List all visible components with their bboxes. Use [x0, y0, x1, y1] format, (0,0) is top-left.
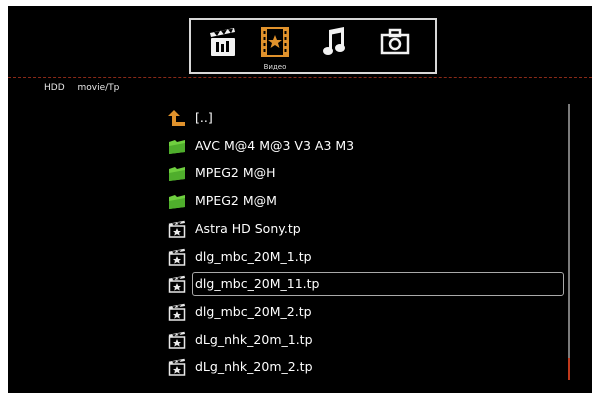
list-item-label: dLg_nhk_20m_2.tp: [195, 359, 313, 375]
list-item[interactable]: [..]: [164, 106, 566, 131]
list-item-label: dlg_mbc_20M_11.tp: [195, 276, 320, 292]
tab-film-strip-label: Видео: [263, 63, 287, 71]
file-list[interactable]: [..] AVC M@4 M@3 V3 A3 M3 MPEG2 M@H MPEG2 M…: [164, 106, 568, 386]
camera-icon: [380, 28, 410, 55]
folder-icon: [169, 167, 185, 182]
scrollbar[interactable]: [568, 104, 570, 380]
list-item-label: AVC M@4 M@3 V3 A3 M3: [195, 137, 355, 153]
folder-icon: [168, 164, 186, 182]
list-item-label: [..]: [195, 110, 213, 125]
list-item-label: MPEG2 M@H: [195, 165, 276, 181]
list-item[interactable]: AVC M@4 M@3 V3 A3 M3: [164, 134, 566, 159]
scrollbar-thumb[interactable]: [568, 358, 570, 380]
list-item[interactable]: dLg_nhk_20m_2.tp: [164, 355, 566, 380]
list-item[interactable]: dLg_nhk_20m_1.tp: [164, 328, 566, 353]
list-item[interactable]: dlg_mbc_20M_2.tp: [164, 300, 566, 325]
folder-icon: [169, 195, 185, 210]
breadcrumb: HDD movie/Tp: [44, 83, 119, 93]
list-item[interactable]: dlg_mbc_20M_1.tp: [164, 245, 566, 270]
video-file-icon: [168, 331, 186, 349]
list-item[interactable]: MPEG2 M@H: [164, 161, 566, 186]
up-arrow-icon: [168, 109, 186, 127]
list-item[interactable]: dlg_mbc_20M_11.tp: [164, 272, 566, 297]
video-file-icon: [168, 359, 186, 377]
list-item-label: MPEG2 M@M: [195, 193, 277, 209]
header-divider: [8, 77, 592, 78]
list-item[interactable]: MPEG2 M@M: [164, 189, 566, 214]
video-file-icon: [168, 248, 186, 266]
tab-photo[interactable]: [375, 26, 415, 70]
folder-icon: [168, 137, 186, 155]
media-type-tabs: Видео: [189, 18, 437, 74]
video-file-icon: [168, 275, 186, 293]
video-file-icon: [168, 303, 186, 321]
list-item-label: Astra HD Sony.tp: [195, 220, 301, 236]
folder-icon: [168, 192, 186, 210]
video-file-icon: [168, 220, 186, 238]
video-file-icon: [168, 331, 186, 349]
tab-film-strip[interactable]: Видео: [255, 26, 295, 71]
breadcrumb-device: HDD: [44, 83, 65, 93]
music-note-icon: [323, 27, 345, 55]
video-file-icon: [168, 358, 186, 377]
list-item-label: dLg_nhk_20m_1.tp: [195, 331, 313, 347]
video-file-icon: [168, 220, 186, 238]
tab-video[interactable]: [203, 26, 243, 70]
video-file-icon: [168, 303, 186, 321]
list-item-label: dlg_mbc_20M_2.tp: [195, 303, 312, 319]
media-player-screen: Видео HDD movie/Tp [..] AVC M@4 M@3 V3 A3…: [8, 6, 592, 393]
list-item-label: dlg_mbc_20M_1.tp: [195, 248, 312, 264]
breadcrumb-folder: movie/Tp: [77, 83, 120, 93]
video-file-icon: [168, 275, 186, 293]
tab-music[interactable]: [315, 26, 355, 70]
up-arrow-icon: [168, 110, 185, 126]
list-item[interactable]: Astra HD Sony.tp: [164, 217, 566, 242]
video-icon: [210, 28, 235, 56]
film-strip-star-icon: [261, 27, 289, 57]
video-file-icon: [168, 248, 186, 266]
folder-icon: [169, 139, 185, 154]
